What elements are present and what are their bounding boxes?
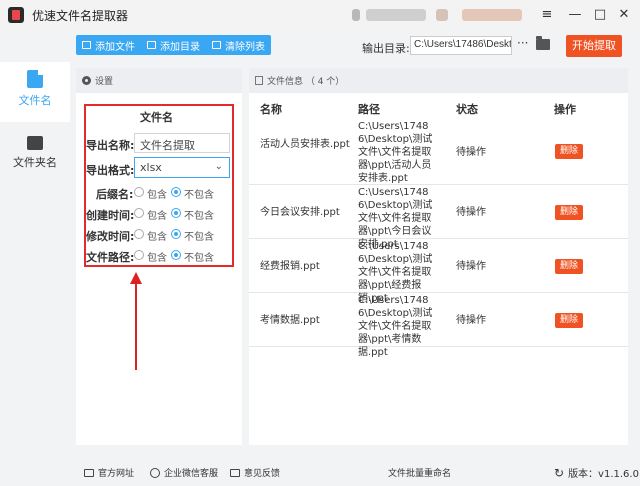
- column-header-name: 名称: [260, 103, 282, 116]
- export-format-select[interactable]: xlsx ⌄: [134, 157, 230, 178]
- folder-icon: [27, 136, 43, 150]
- file-status-cell: 待操作: [456, 207, 486, 218]
- user-avatar-icon[interactable]: [352, 9, 360, 21]
- output-dir-input[interactable]: C:\Users\17486\Deskto: [410, 36, 512, 55]
- add-file-icon: [82, 41, 91, 49]
- sidebar-item-label: 文件夹名: [13, 156, 57, 169]
- radio-label: 不包含: [184, 232, 214, 243]
- batch-rename-label: 文件批量重命名: [388, 469, 452, 479]
- option-label-modified: 修改时间:: [86, 230, 135, 243]
- vip-icon[interactable]: [436, 9, 448, 21]
- website-icon: [84, 468, 94, 477]
- window-title: 优速文件名提取器: [32, 8, 129, 23]
- delete-button[interactable]: 删除: [555, 205, 583, 220]
- radio-created-include[interactable]: [134, 208, 144, 218]
- radio-modified-include[interactable]: [134, 229, 144, 239]
- sidebar-item-foldername[interactable]: 文件夹名: [0, 124, 70, 184]
- radio-filepath-exclude[interactable]: [171, 250, 181, 260]
- website-label: 官方网址: [98, 469, 135, 479]
- radio-suffix-exclude[interactable]: [171, 187, 181, 197]
- website-link[interactable]: 官方网址: [84, 466, 134, 479]
- radio-label: 不包含: [184, 190, 214, 201]
- feedback-icon: [230, 468, 240, 477]
- add-folder-icon: [147, 41, 156, 49]
- menu-icon[interactable]: ≡: [537, 5, 557, 25]
- clear-list-button[interactable]: 清除列表: [206, 35, 271, 55]
- gear-icon: [82, 76, 91, 85]
- delete-button[interactable]: 删除: [555, 313, 583, 328]
- file-status-cell: 待操作: [456, 315, 486, 326]
- export-name-input[interactable]: 文件名提取: [134, 133, 230, 153]
- group-title: 文件名: [140, 111, 173, 124]
- export-name-label: 导出名称:: [86, 139, 135, 152]
- file-name-cell: 考情数据.ppt: [260, 315, 320, 326]
- settings-header: 设置: [76, 68, 242, 93]
- wechat-icon: [150, 467, 160, 478]
- chevron-down-icon: ⌄: [214, 161, 223, 172]
- file-status-cell: 待操作: [456, 147, 486, 158]
- app-logo-icon: [8, 7, 24, 23]
- file-name-cell: 经费报销.ppt: [260, 261, 320, 272]
- clear-icon: [212, 41, 221, 49]
- wechat-support-link[interactable]: 企业微信客服: [150, 466, 218, 479]
- column-header-path: 路径: [358, 103, 380, 116]
- file-count-title: 文件信息 （ 4 个）: [267, 77, 345, 87]
- toolbar: 添加文件 添加目录 清除列表: [76, 35, 271, 55]
- sidebar: 文件名 文件夹名: [0, 62, 70, 452]
- output-dir-label: 输出目录:: [362, 42, 410, 55]
- browse-more-button[interactable]: ···: [517, 36, 528, 50]
- column-header-status: 状态: [456, 103, 478, 116]
- refresh-icon: ↻: [554, 465, 565, 480]
- annotation-arrow: [135, 280, 137, 370]
- add-dir-label: 添加目录: [160, 41, 200, 53]
- file-name-cell: 今日会议安排.ppt: [260, 207, 340, 218]
- export-format-value: xlsx: [140, 161, 162, 174]
- account-info-blurred[interactable]: [462, 9, 522, 21]
- option-label-filepath: 文件路径:: [86, 251, 135, 264]
- option-label-created: 创建时间:: [86, 209, 135, 222]
- radio-modified-exclude[interactable]: [171, 229, 181, 239]
- radio-filepath-include[interactable]: [134, 250, 144, 260]
- feedback-label: 意见反馈: [244, 469, 281, 479]
- feedback-link[interactable]: 意见反馈: [230, 466, 280, 479]
- minimize-icon[interactable]: —: [565, 5, 585, 25]
- file-name-cell: 活动人员安排表.ppt: [260, 139, 350, 150]
- radio-suffix-include[interactable]: [134, 187, 144, 197]
- radio-label: 不包含: [184, 211, 214, 222]
- radio-label: 包含: [147, 253, 167, 264]
- clear-list-label: 清除列表: [225, 41, 265, 53]
- radio-label: 不包含: [184, 253, 214, 264]
- version-label: 版本：v1.1.6.0: [568, 469, 639, 480]
- close-icon[interactable]: ✕: [614, 5, 634, 25]
- file-list-header: 文件信息 （ 4 个）: [249, 68, 628, 93]
- radio-label: 包含: [147, 232, 167, 243]
- column-header-action: 操作: [554, 103, 576, 116]
- add-file-button[interactable]: 添加文件: [76, 35, 141, 55]
- radio-created-exclude[interactable]: [171, 208, 181, 218]
- version-info[interactable]: ↻ 版本：v1.1.6.0: [554, 465, 639, 481]
- file-path-cell: C:\Users\17486\Desktop\测试文件\文件名提取器\ppt\考…: [358, 295, 433, 358]
- radio-label: 包含: [147, 211, 167, 222]
- add-dir-button[interactable]: 添加目录: [141, 35, 206, 55]
- settings-title: 设置: [95, 77, 114, 87]
- delete-button[interactable]: 删除: [555, 144, 583, 159]
- file-info-icon: [255, 76, 263, 85]
- option-label-suffix: 后缀名:: [96, 188, 134, 201]
- batch-rename-link[interactable]: 文件批量重命名: [388, 466, 451, 479]
- file-status-cell: 待操作: [456, 261, 486, 272]
- maximize-icon[interactable]: □: [590, 5, 610, 25]
- start-extract-button[interactable]: 开始提取: [566, 35, 622, 57]
- open-folder-icon[interactable]: [536, 36, 550, 50]
- export-format-label: 导出格式:: [86, 164, 135, 177]
- sidebar-item-label: 文件名: [18, 94, 52, 107]
- file-icon: [27, 70, 43, 88]
- radio-label: 包含: [147, 190, 167, 201]
- user-name-blurred[interactable]: [366, 9, 426, 21]
- sidebar-item-filename[interactable]: 文件名: [0, 62, 70, 122]
- add-file-label: 添加文件: [95, 41, 135, 53]
- delete-button[interactable]: 删除: [555, 259, 583, 274]
- file-path-cell: C:\Users\17486\Desktop\测试文件\文件名提取器\ppt\活…: [358, 121, 433, 184]
- wechat-label: 企业微信客服: [164, 469, 219, 479]
